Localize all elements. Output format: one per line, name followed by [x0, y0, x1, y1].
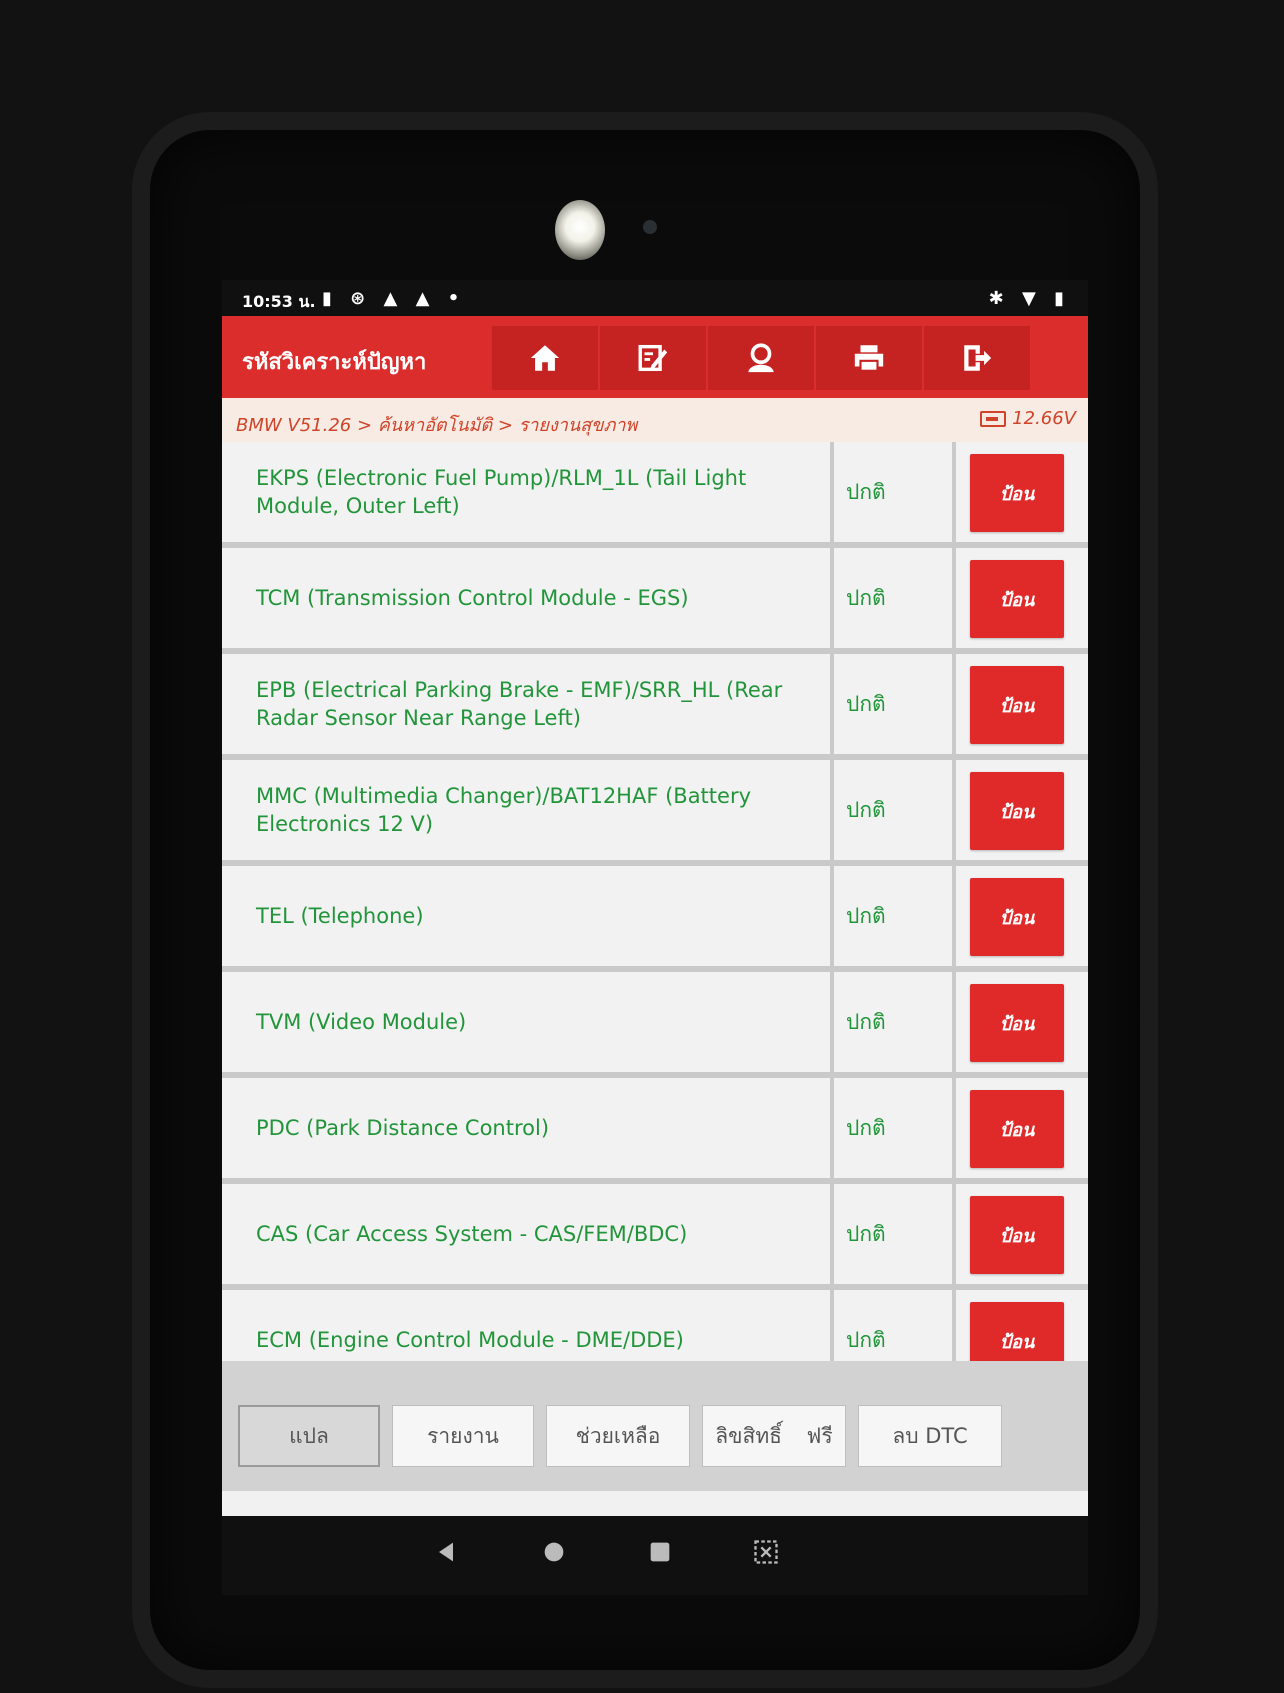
module-table: EKPS (Electronic Fuel Pump)/RLM_1L (Tail…: [222, 442, 1088, 1442]
action-cell: ป้อน: [956, 442, 1088, 542]
android-nav-bar: [222, 1516, 1088, 1595]
help-button[interactable]: ช่วยเหลือ: [546, 1405, 690, 1467]
enter-button[interactable]: ป้อน: [970, 878, 1064, 956]
table-row: TVM (Video Module) ปกติ ป้อน: [222, 972, 1088, 1078]
module-name: TCM (Transmission Control Module - EGS): [222, 548, 834, 648]
module-name: MMC (Multimedia Changer)/BAT12HAF (Batte…: [222, 760, 834, 860]
module-status: ปกติ: [834, 760, 956, 860]
action-cell: ป้อน: [956, 760, 1088, 860]
module-status: ปกติ: [834, 972, 956, 1072]
action-cell: ป้อน: [956, 1078, 1088, 1178]
diagnostic-app: รหัสวิเคราะห์ปัญหา BMW V51.26 > ค้นหาอัต…: [222, 316, 1088, 1595]
module-status: ปกติ: [834, 548, 956, 648]
module-status: ปกติ: [834, 1078, 956, 1178]
enter-button[interactable]: ป้อน: [970, 560, 1064, 638]
module-name: TVM (Video Module): [222, 972, 834, 1072]
module-status: ปกติ: [834, 1184, 956, 1284]
action-cell: ป้อน: [956, 972, 1088, 1072]
exit-button[interactable]: [924, 326, 1030, 390]
enter-button[interactable]: ป้อน: [970, 1196, 1064, 1274]
table-row: CAS (Car Access System - CAS/FEM/BDC) ปก…: [222, 1184, 1088, 1290]
top-toolbar: รหัสวิเคราะห์ปัญหา: [222, 316, 1088, 398]
enter-button[interactable]: ป้อน: [970, 984, 1064, 1062]
edit-report-icon: [638, 344, 668, 372]
print-icon: [854, 345, 884, 372]
free-label: ฟรี: [806, 1423, 833, 1448]
front-camera: [555, 200, 605, 260]
home-icon: [530, 345, 560, 371]
screenshot-icon[interactable]: [752, 1538, 780, 1566]
enter-button[interactable]: ป้อน: [970, 1090, 1064, 1168]
table-row: MMC (Multimedia Changer)/BAT12HAF (Batte…: [222, 760, 1088, 866]
enter-button[interactable]: ป้อน: [970, 772, 1064, 850]
enter-button[interactable]: ป้อน: [970, 666, 1064, 744]
table-row: EPB (Electrical Parking Brake - EMF)/SRR…: [222, 654, 1088, 760]
enter-button[interactable]: ป้อน: [970, 454, 1064, 532]
module-name: EKPS (Electronic Fuel Pump)/RLM_1L (Tail…: [222, 442, 834, 542]
action-cell: ป้อน: [956, 654, 1088, 754]
user-icon: [748, 343, 774, 373]
voltage-value: 12.66V: [1012, 408, 1076, 429]
back-icon[interactable]: [432, 1538, 460, 1566]
table-row: EKPS (Electronic Fuel Pump)/RLM_1L (Tail…: [222, 442, 1088, 548]
page-title: รหัสวิเคราะห์ปัญหา: [242, 350, 427, 375]
system-tray-icons: ✱ ▼ ▮: [988, 288, 1070, 309]
battery-voltage: 12.66V: [980, 408, 1076, 429]
action-cell: ป้อน: [956, 866, 1088, 966]
exit-icon: [964, 345, 992, 371]
breadcrumb: BMW V51.26 > ค้นหาอัตโนมัติ > รายงานสุขภ…: [236, 415, 638, 436]
print-button[interactable]: [816, 326, 922, 390]
notification-icons: ▮ ⊛ ▲ ▲ •: [322, 288, 466, 309]
edit-report-button[interactable]: [600, 326, 706, 390]
module-status: ปกติ: [834, 654, 956, 754]
module-name: CAS (Car Access System - CAS/FEM/BDC): [222, 1184, 834, 1284]
table-row: PDC (Park Distance Control) ปกติ ป้อน: [222, 1078, 1088, 1184]
clear-dtc-button[interactable]: ลบ DTC: [858, 1405, 1002, 1467]
action-cell: ป้อน: [956, 1184, 1088, 1284]
copyright-label: ลิขสิทธิ์: [715, 1423, 782, 1448]
module-status: ปกติ: [834, 442, 956, 542]
module-status: ปกติ: [834, 866, 956, 966]
breadcrumb-bar: BMW V51.26 > ค้นหาอัตโนมัติ > รายงานสุขภ…: [222, 398, 1088, 443]
battery-icon: [980, 410, 1007, 427]
home-nav-icon[interactable]: [540, 1538, 568, 1566]
table-row: TEL (Telephone) ปกติ ป้อน: [222, 866, 1088, 972]
light-sensor: [643, 220, 657, 234]
bottom-action-bar: แปล รายงาน ช่วยเหลือ ลิขสิทธิ์ ฟรี ลบ DT…: [222, 1361, 1088, 1491]
translate-button[interactable]: แปล: [238, 1405, 380, 1467]
module-name: EPB (Electrical Parking Brake - EMF)/SRR…: [222, 654, 834, 754]
user-button[interactable]: [708, 326, 814, 390]
home-button[interactable]: [492, 326, 598, 390]
module-name: PDC (Park Distance Control): [222, 1078, 834, 1178]
copyright-button[interactable]: ลิขสิทธิ์ ฟรี: [702, 1405, 846, 1467]
report-button[interactable]: รายงาน: [392, 1405, 534, 1467]
table-row: TCM (Transmission Control Module - EGS) …: [222, 548, 1088, 654]
module-name: TEL (Telephone): [222, 866, 834, 966]
tablet-screen: 10:53 น. ▮ ⊛ ▲ ▲ • ✱ ▼ ▮ รหัสวิเคราะห์ปั…: [222, 280, 1088, 1595]
action-cell: ป้อน: [956, 548, 1088, 648]
recents-icon[interactable]: [646, 1538, 674, 1566]
status-bar: 10:53 น. ▮ ⊛ ▲ ▲ • ✱ ▼ ▮: [222, 280, 1088, 316]
clock: 10:53 น.: [242, 292, 316, 311]
